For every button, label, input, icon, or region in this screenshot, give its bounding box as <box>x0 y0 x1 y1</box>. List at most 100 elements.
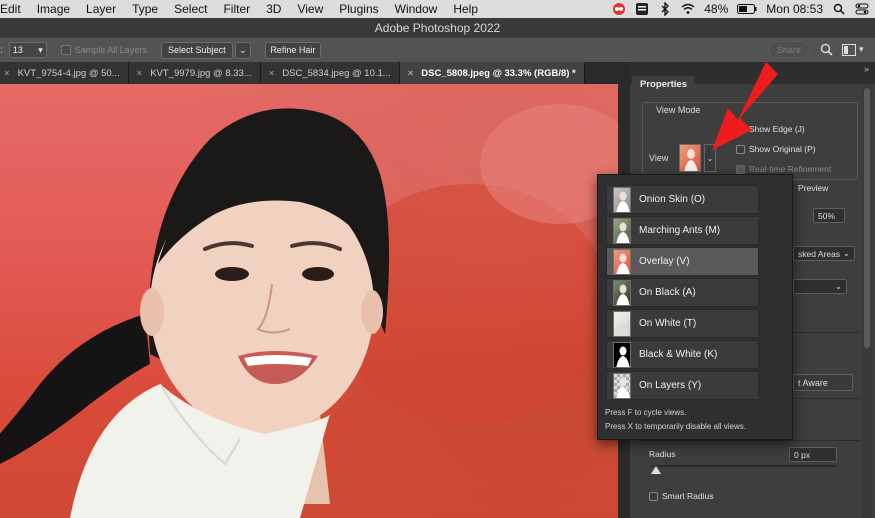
realtime-refinement-checkbox[interactable] <box>736 164 745 174</box>
on-layers-thumb-icon <box>613 372 631 399</box>
view-mode-title: View Mode <box>656 105 701 115</box>
chevron-down-icon: ⌄ <box>842 248 850 258</box>
annotation-arrow-icon <box>712 62 778 150</box>
view-mode-popup: Onion Skin (O) Marching Ants (M) Overlay… <box>597 174 793 440</box>
size-label: : <box>0 44 3 56</box>
close-icon[interactable]: × <box>269 68 275 79</box>
section-divider <box>638 440 860 441</box>
creative-cloud-icon[interactable] <box>612 2 626 16</box>
workspace-icon[interactable] <box>842 44 856 59</box>
menu-edit[interactable]: Edit <box>0 0 29 18</box>
view-option-label: On White (T) <box>639 318 697 329</box>
scrollbar-thumb[interactable] <box>864 88 870 348</box>
preview-label: Preview <box>798 183 829 193</box>
radius-slider-track[interactable] <box>651 465 837 467</box>
radius-slider-handle[interactable] <box>651 466 661 474</box>
menu-filter[interactable]: Filter <box>215 0 258 18</box>
photoshop-window: Edit Image Layer Type Select Filter 3D V… <box>0 0 875 518</box>
menu-help[interactable]: Help <box>445 0 486 18</box>
radius-label: Radius <box>649 449 676 459</box>
select-subject-button[interactable]: Select Subject <box>160 41 233 59</box>
smart-radius-label: Smart Radius <box>662 491 714 501</box>
opacity-field[interactable]: 50% <box>813 208 845 223</box>
tab-label: DSC_5808.jpeg @ 33.3% (RGB/8) * <box>421 67 576 79</box>
menu-window[interactable]: Window <box>387 0 446 18</box>
menu-bar: Edit Image Layer Type Select Filter 3D V… <box>0 0 875 18</box>
tab-label: KVT_9979.jpg @ 8.33... <box>150 67 252 79</box>
smart-radius-checkbox[interactable] <box>649 491 658 501</box>
marching-ants-thumb-icon <box>613 217 631 244</box>
content-aware-label: t Aware <box>798 377 828 388</box>
realtime-refinement-label: Real-time Refinement <box>749 164 832 174</box>
close-icon[interactable]: × <box>408 68 414 79</box>
spotlight-search-icon[interactable] <box>832 2 846 16</box>
view-option-label: On Black (A) <box>639 287 696 298</box>
view-option-on-black[interactable]: On Black (A) <box>606 278 759 307</box>
view-label: View <box>649 153 669 163</box>
tab-label: DSC_5834.jpeg @ 10.1... <box>282 67 391 79</box>
keyboard-input-icon[interactable] <box>635 2 649 16</box>
sample-all-layers-label: Sample All Layers <box>74 45 147 55</box>
view-option-overlay[interactable]: Overlay (V) <box>606 247 759 276</box>
portrait-photo <box>0 104 618 518</box>
view-option-label: Overlay (V) <box>639 256 690 267</box>
refine-hair-label: Refine Hair <box>270 45 316 55</box>
battery-icon[interactable] <box>737 2 757 16</box>
close-icon[interactable]: × <box>4 68 10 79</box>
menu-3d[interactable]: 3D <box>258 0 289 18</box>
share-label: Share <box>776 44 802 55</box>
search-icon[interactable] <box>820 43 833 59</box>
document-canvas[interactable] <box>0 84 618 518</box>
share-button[interactable]: Share <box>768 41 810 58</box>
tab-kvt-9754[interactable]: × KVT_9754-4.jpg @ 50... <box>0 62 129 84</box>
view-option-on-layers[interactable]: On Layers (Y) <box>606 371 759 400</box>
masked-areas-select[interactable]: sked Areas ⌄ <box>793 246 855 261</box>
tab-kvt-9979[interactable]: × KVT_9979.jpg @ 8.33... <box>128 62 261 84</box>
content-aware-button[interactable]: t Aware <box>793 374 853 391</box>
bluetooth-icon[interactable] <box>658 2 672 16</box>
mode-select[interactable]: ⌄ <box>793 279 847 294</box>
chevron-down-icon: ⌄ <box>239 44 247 55</box>
view-mode-thumbnail[interactable] <box>679 144 701 172</box>
menu-view[interactable]: View <box>289 0 331 18</box>
select-subject-label: Select Subject <box>168 45 226 55</box>
popup-hint-cycle: Press F to cycle views. <box>605 408 687 417</box>
panel-scrollbar[interactable] <box>862 84 872 518</box>
control-center-icon[interactable] <box>855 2 869 16</box>
close-icon[interactable]: × <box>137 68 143 79</box>
menu-select[interactable]: Select <box>166 0 215 18</box>
status-menu-area: 48% Mon 08:53 <box>612 0 869 18</box>
menu-layer[interactable]: Layer <box>78 0 124 18</box>
masked-areas-label: sked Areas <box>798 248 841 259</box>
overlay-thumb-icon <box>613 248 631 275</box>
refine-hair-button[interactable]: Refine Hair <box>264 41 321 59</box>
tab-dsc-5808[interactable]: × DSC_5808.jpeg @ 33.3% (RGB/8) * <box>399 62 585 84</box>
view-option-marching-ants[interactable]: Marching Ants (M) <box>606 216 759 245</box>
document-tabs: × KVT_9754-4.jpg @ 50... × KVT_9979.jpg … <box>0 62 630 84</box>
on-white-thumb-icon <box>613 310 631 337</box>
tab-properties[interactable]: Properties <box>632 76 695 94</box>
collapse-panel-icon[interactable]: » <box>864 64 869 74</box>
chevron-down-icon[interactable]: ▾ <box>859 44 864 55</box>
realtime-refinement-option[interactable]: Real-time Refinement <box>736 164 831 174</box>
chevron-down-icon: ⌄ <box>706 153 714 163</box>
popup-hint-disable: Press X to temporarily disable all views… <box>605 422 746 431</box>
wifi-icon[interactable] <box>681 2 695 16</box>
view-option-on-white[interactable]: On White (T) <box>606 309 759 338</box>
brush-size-select[interactable]: 13 ▾ <box>8 42 47 58</box>
menubar-clock: Mon 08:53 <box>766 2 823 16</box>
tab-dsc-5834[interactable]: × DSC_5834.jpeg @ 10.1... <box>260 62 400 84</box>
view-option-onion-skin[interactable]: Onion Skin (O) <box>606 185 759 214</box>
sample-all-layers-checkbox[interactable] <box>60 45 71 55</box>
smart-radius-option[interactable]: Smart Radius <box>649 491 714 501</box>
view-option-label: Marching Ants (M) <box>639 225 721 236</box>
menu-type[interactable]: Type <box>124 0 166 18</box>
view-option-black-white[interactable]: Black & White (K) <box>606 340 759 369</box>
on-black-thumb-icon <box>613 279 631 306</box>
tab-label: KVT_9754-4.jpg @ 50... <box>17 67 120 79</box>
menu-plugins[interactable]: Plugins <box>331 0 386 18</box>
radius-field[interactable]: 0 px <box>789 447 837 462</box>
black-white-thumb-icon <box>613 341 631 368</box>
select-subject-dropdown[interactable]: ⌄ <box>234 41 251 59</box>
menu-image[interactable]: Image <box>29 0 78 18</box>
